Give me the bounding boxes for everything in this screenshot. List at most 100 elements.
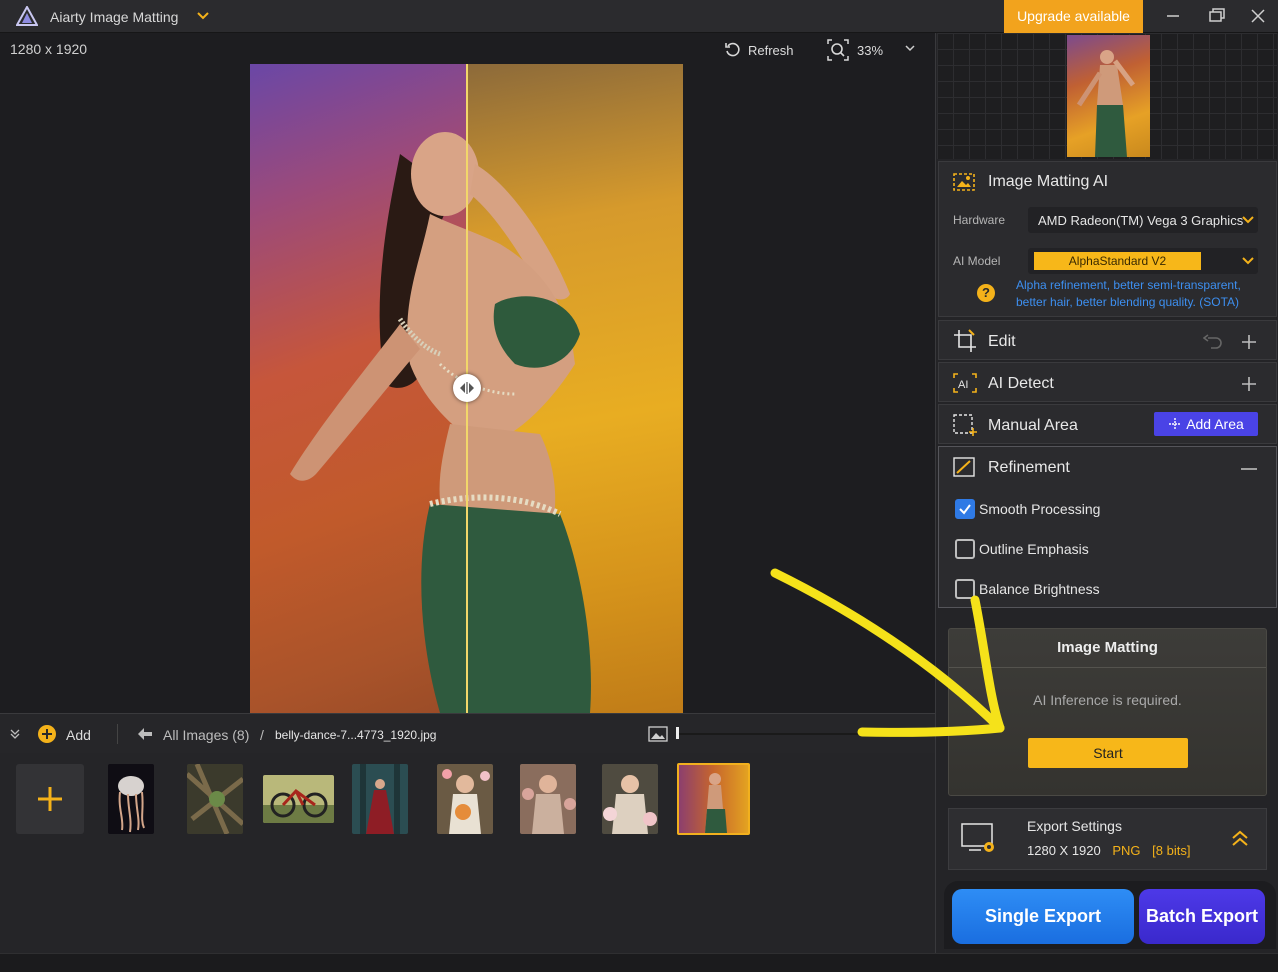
divider <box>949 667 1266 668</box>
navigator-thumbnail <box>1067 35 1150 157</box>
thumbnail-woman-roses[interactable] <box>602 764 658 834</box>
divider <box>117 724 118 744</box>
thumbnail-size-slider-knob[interactable] <box>676 727 679 739</box>
smooth-processing-label: Smooth Processing <box>979 501 1101 517</box>
edit-title: Edit <box>988 333 1016 350</box>
thumbnail-strip <box>0 753 935 953</box>
image-matting-title: Image Matting <box>1057 639 1158 656</box>
breadcrumb-file-name: belly-dance-7...4773_1920.jpg <box>275 728 437 742</box>
ai-detect-icon: AI <box>953 373 977 393</box>
refinement-icon <box>953 457 975 477</box>
thumbnail-woman-flowers[interactable] <box>437 764 493 834</box>
thumbnail-forest-debris[interactable] <box>187 764 243 834</box>
ai-model-select[interactable]: AlphaStandard V2 <box>1028 248 1258 274</box>
refinement-title: Refinement <box>988 459 1070 476</box>
refresh-icon <box>725 42 740 57</box>
add-image-tile[interactable] <box>16 764 84 834</box>
refresh-button[interactable]: Refresh <box>724 40 794 60</box>
thumbnail-size-icon <box>648 726 668 742</box>
undo-icon[interactable] <box>1203 334 1223 350</box>
app-title: Aiarty Image Matting <box>50 9 179 25</box>
edit-icon <box>954 329 976 352</box>
close-icon[interactable] <box>1245 4 1271 28</box>
single-export-button[interactable]: Single Export <box>952 889 1134 944</box>
add-images-button[interactable]: Add <box>66 727 91 743</box>
image-dimensions: 1280 x 1920 <box>10 41 88 57</box>
plus-icon[interactable] <box>1240 333 1258 351</box>
ai-model-label: AI Model <box>953 254 1001 268</box>
breadcrumb-all-images[interactable]: All Images (8) <box>163 727 249 743</box>
help-icon[interactable]: ? <box>977 284 995 302</box>
split-handle-icon[interactable] <box>453 374 481 402</box>
manual-area-title: Manual Area <box>988 417 1078 434</box>
outline-emphasis-label: Outline Emphasis <box>979 541 1089 557</box>
balance-brightness-checkbox[interactable] <box>955 579 975 599</box>
export-format: PNG <box>1112 843 1141 858</box>
ai-detect-section[interactable]: AI AI Detect <box>938 362 1277 402</box>
plus-icon[interactable] <box>1240 375 1258 393</box>
right-panel: Image Matting AI Hardware AMD Radeon(TM)… <box>935 33 1278 953</box>
thumbnail-belly-dancer[interactable] <box>677 763 750 835</box>
export-buttons: Single Export Batch Export <box>944 881 1276 949</box>
chevron-down-icon[interactable] <box>196 9 210 23</box>
upgrade-button[interactable]: Upgrade available <box>1004 0 1143 33</box>
thumbnail-bicycle[interactable] <box>263 775 334 823</box>
batch-export-button[interactable]: Batch Export <box>1139 889 1265 944</box>
collapse-icon[interactable] <box>9 728 21 740</box>
plus-icon <box>1169 418 1182 430</box>
chevron-down-icon[interactable] <box>1241 256 1255 266</box>
plus-icon <box>38 787 62 811</box>
image-matting-ai-title: Image Matting AI <box>988 173 1109 190</box>
balance-brightness-label: Balance Brightness <box>979 581 1100 597</box>
refinement-section: Refinement Smooth Processing Outline Emp… <box>938 446 1277 608</box>
image-matting-ai-section: Image Matting AI Hardware AMD Radeon(TM)… <box>938 161 1277 317</box>
add-area-label: Add Area <box>1186 416 1244 432</box>
zoom-control[interactable]: 33% <box>827 39 883 61</box>
zoom-level: 33% <box>857 42 884 58</box>
navigator-preview[interactable] <box>937 33 1277 159</box>
chevron-down-icon[interactable] <box>1241 215 1255 225</box>
export-resolution: 1280 X 1920 <box>1027 843 1101 858</box>
refresh-label: Refresh <box>748 42 794 58</box>
thumbnail-woman-red-dress-forest[interactable] <box>352 764 408 834</box>
thumbnail-woman-floral[interactable] <box>520 764 576 834</box>
smooth-processing-checkbox[interactable] <box>955 499 975 519</box>
minimize-icon[interactable] <box>1160 4 1186 28</box>
manual-area-section[interactable]: Manual Area Add Area <box>938 404 1277 444</box>
export-settings-title: Export Settings <box>1027 818 1122 834</box>
export-settings-icon <box>961 823 994 852</box>
hardware-select[interactable]: AMD Radeon(TM) Vega 3 Graphics <box>1028 207 1258 233</box>
zoom-icon <box>827 39 849 61</box>
breadcrumb-separator: / <box>260 727 264 743</box>
chevron-down-icon[interactable] <box>904 43 916 53</box>
image-strip-toolbar: Add All Images (8) / belly-dance-7...477… <box>0 713 935 753</box>
outline-emphasis-checkbox[interactable] <box>955 539 975 559</box>
thumbnail-size-slider[interactable] <box>676 733 931 735</box>
image-matting-card: Image Matting AI Inference is required. … <box>948 628 1267 796</box>
app-logo-icon <box>16 6 38 26</box>
thumbnail-jellyfish[interactable] <box>108 764 154 834</box>
horizontal-scrollbar[interactable] <box>0 953 1278 972</box>
edit-section[interactable]: Edit <box>938 320 1277 360</box>
export-settings-info: 1280 X 1920 PNG [8 bits] <box>1027 843 1190 858</box>
add-area-button[interactable]: Add Area <box>1154 412 1258 436</box>
maximize-icon[interactable] <box>1203 4 1229 28</box>
minus-icon[interactable] <box>1240 467 1258 471</box>
expand-icon[interactable] <box>1230 829 1250 849</box>
ai-model-value: AlphaStandard V2 <box>1034 252 1201 270</box>
title-bar: Aiarty Image Matting Upgrade available <box>0 0 1278 33</box>
svg-text:AI: AI <box>958 379 968 391</box>
manual-area-icon <box>953 414 977 436</box>
canvas-area: 1280 x 1920 Refresh 33% <box>0 33 935 713</box>
back-arrow-icon[interactable] <box>137 727 153 741</box>
hardware-label: Hardware <box>953 213 1006 227</box>
start-button[interactable]: Start <box>1028 738 1188 768</box>
add-icon[interactable] <box>38 725 56 743</box>
inference-required-message: AI Inference is required. <box>1033 692 1182 708</box>
export-bit-depth: [8 bits] <box>1152 843 1191 858</box>
ai-model-description: Alpha refinement, better semi-transparen… <box>1016 278 1241 309</box>
ai-detect-title: AI Detect <box>988 375 1054 392</box>
image-matting-icon <box>953 173 975 191</box>
hardware-value: AMD Radeon(TM) Vega 3 Graphics <box>1038 213 1244 228</box>
export-settings-card[interactable]: Export Settings 1280 X 1920 PNG [8 bits] <box>948 808 1267 870</box>
